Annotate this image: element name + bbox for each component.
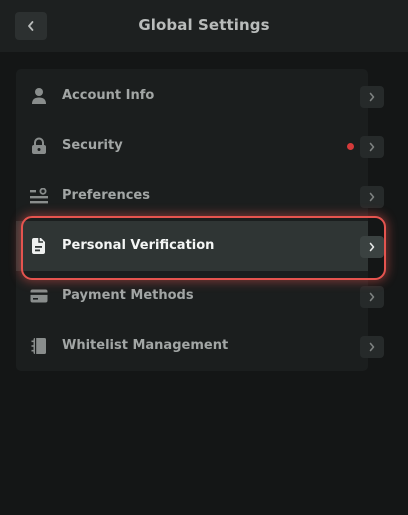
chevron-right-icon [360, 86, 384, 108]
header-bar: Global Settings [0, 0, 408, 52]
chevron-right-icon [360, 136, 384, 158]
menu-item-label: Whitelist Management [62, 338, 229, 353]
menu-item-label: Preferences [62, 188, 150, 203]
highlight-outline [21, 216, 386, 280]
menu-item-label: Account Info [62, 88, 155, 103]
menu-item-preferences[interactable]: Preferences [16, 171, 384, 221]
chevron-right-icon [360, 286, 384, 308]
alert-dot [347, 143, 354, 150]
menu-item-security[interactable]: Security [16, 121, 384, 171]
sliders-icon [29, 186, 49, 206]
lock-icon [29, 136, 49, 156]
menu-item-label: Security [62, 138, 123, 153]
credit-card-icon [29, 286, 49, 306]
notebook-icon [29, 336, 49, 356]
menu-item-whitelist-management[interactable]: Whitelist Management [16, 321, 384, 371]
user-icon [29, 86, 49, 106]
chevron-right-icon [360, 186, 384, 208]
chevron-right-icon [360, 336, 384, 358]
page-title: Global Settings [138, 16, 270, 34]
menu-item-label: Payment Methods [62, 288, 194, 303]
menu-item-account-info[interactable]: Account Info [16, 71, 384, 121]
